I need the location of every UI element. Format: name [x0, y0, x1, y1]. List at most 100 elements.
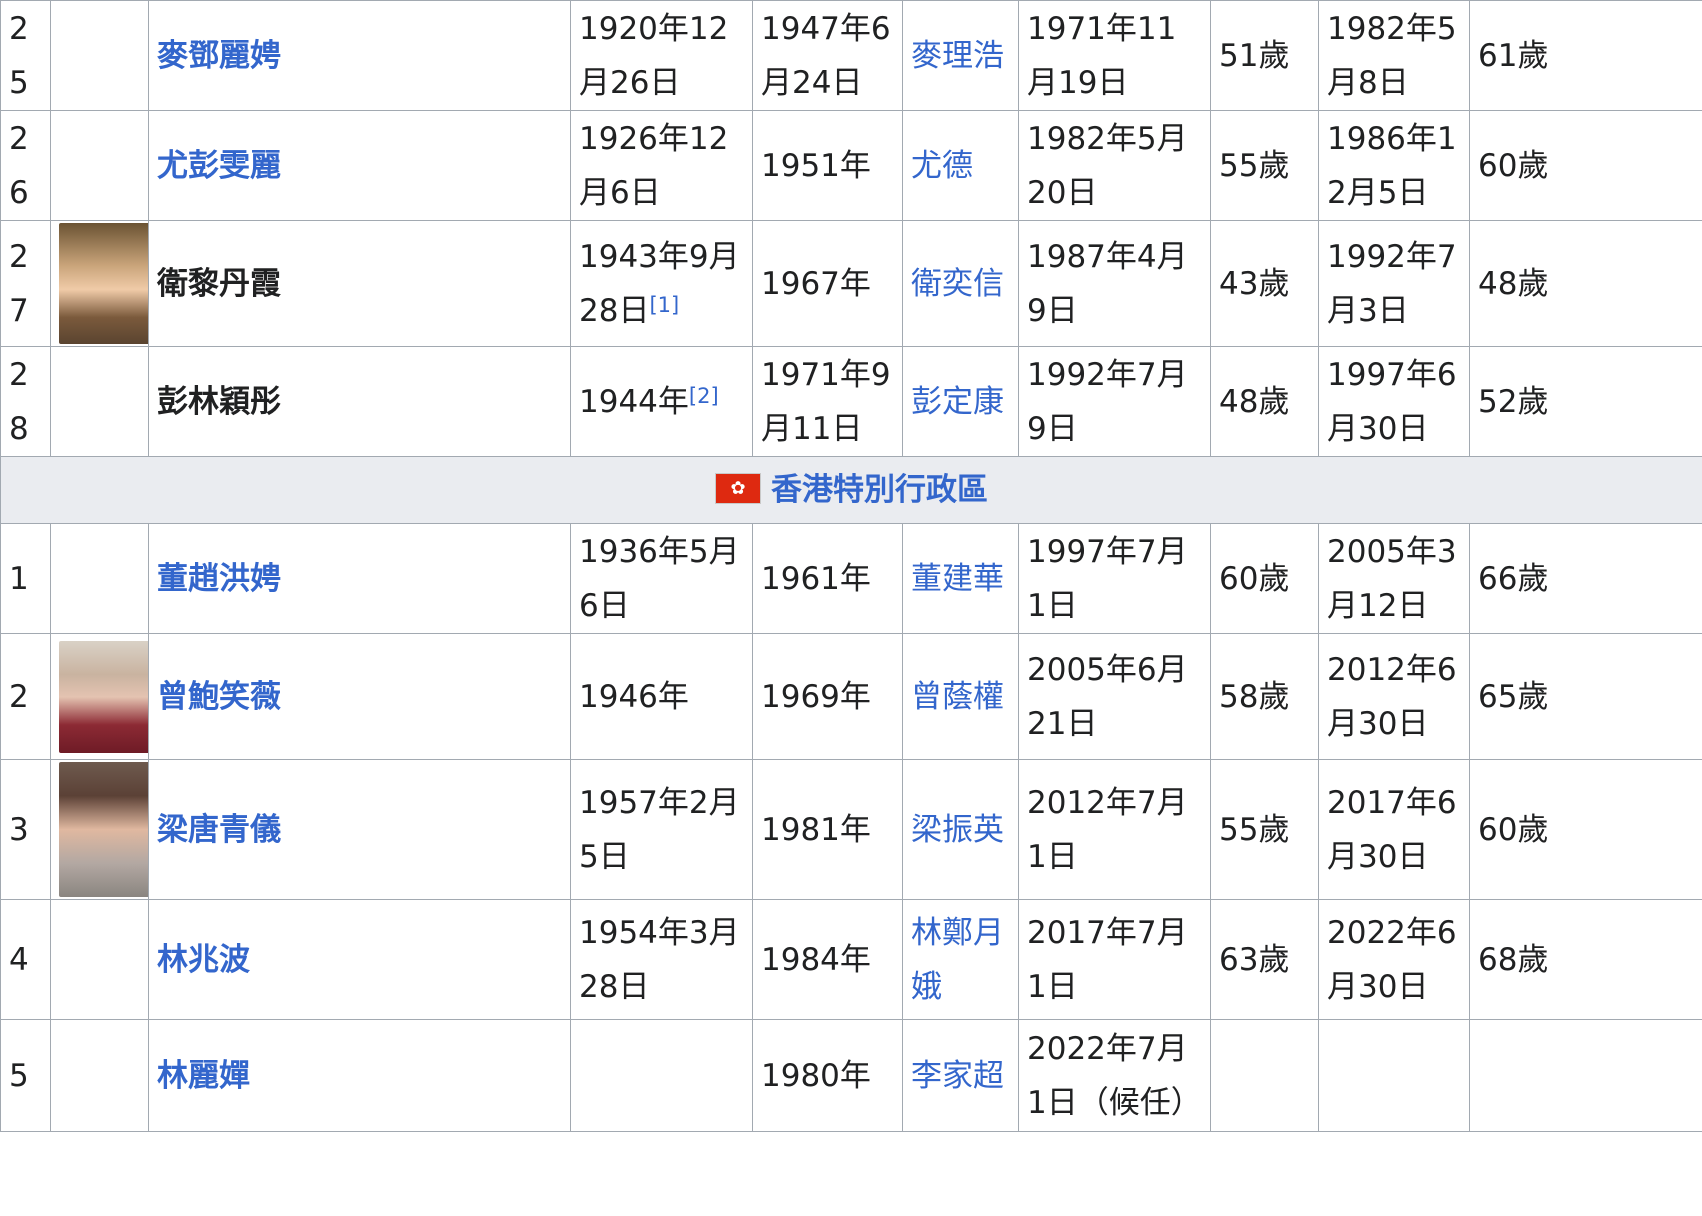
age-at-end: 68歲	[1469, 899, 1702, 1020]
age-at-start: 58歲	[1210, 633, 1319, 760]
spouse-name: 彭林穎彤	[148, 346, 571, 457]
age-at-start: 55歲	[1210, 759, 1319, 900]
photo-cell	[50, 523, 149, 634]
term-end: 1997年6月30日	[1318, 346, 1470, 457]
term-end: 2022年6月30日	[1318, 899, 1470, 1020]
portrait-photo[interactable]	[59, 762, 148, 897]
photo-cell	[50, 346, 149, 457]
photo-cell	[50, 110, 149, 221]
age-at-start: 48歲	[1210, 346, 1319, 457]
marriage-date: 1961年	[752, 523, 903, 634]
term-end: 2012年6月30日	[1318, 633, 1470, 760]
age-at-start: 60歲	[1210, 523, 1319, 634]
photo-cell	[50, 633, 149, 760]
term-end: 2005年3月12日	[1318, 523, 1470, 634]
table-row: 3 梁唐青儀 1957年2月5日 1981年 梁振英 2012年7月1日 55歲…	[0, 759, 1702, 900]
age-at-end: 60歲	[1469, 110, 1702, 221]
row-number: 5	[0, 1019, 51, 1132]
section-header: ✿ 香港特別行政區	[0, 456, 1702, 524]
birth-date: 1926年12月6日	[570, 110, 753, 221]
row-number: 28	[0, 346, 51, 457]
table-row: 2 曾鮑笑薇 1946年 1969年 曾蔭權 2005年6月21日 58歲 20…	[0, 633, 1702, 760]
term-start: 1982年5月20日	[1018, 110, 1211, 221]
birth-date: 1954年3月28日	[570, 899, 753, 1020]
spouse-name-link[interactable]: 尤彭雯麗	[148, 110, 571, 221]
hk-flag-icon[interactable]: ✿	[715, 473, 761, 504]
governor-link[interactable]: 尤德	[902, 110, 1019, 221]
age-at-end: 65歲	[1469, 633, 1702, 760]
marriage-date: 1947年6月24日	[752, 0, 903, 111]
term-end: 2017年6月30日	[1318, 759, 1470, 900]
spouse-name-link[interactable]: 曾鮑笑薇	[148, 633, 571, 760]
row-number: 25	[0, 0, 51, 111]
governor-link[interactable]: 衛奕信	[902, 220, 1019, 347]
spouse-name-link[interactable]: 梁唐青儀	[148, 759, 571, 900]
governor-link[interactable]: 林鄭月娥	[902, 899, 1019, 1020]
marriage-date: 1967年	[752, 220, 903, 347]
photo-cell	[50, 220, 149, 347]
spouse-name-link[interactable]: 麥鄧麗娉	[148, 0, 571, 111]
citation-link[interactable]: [1]	[649, 293, 679, 317]
term-start: 2012年7月1日	[1018, 759, 1211, 900]
birth-date: 1957年2月5日	[570, 759, 753, 900]
portrait-photo[interactable]	[59, 223, 148, 344]
marriage-date: 1971年9月11日	[752, 346, 903, 457]
birth-date: 1920年12月26日	[570, 0, 753, 111]
term-end: 1982年5月8日	[1318, 0, 1470, 111]
photo-cell	[50, 1019, 149, 1132]
age-at-start	[1210, 1019, 1319, 1132]
term-start: 2022年7月1日（候任）	[1018, 1019, 1211, 1132]
row-number: 4	[0, 899, 51, 1020]
marriage-date: 1951年	[752, 110, 903, 221]
row-number: 2	[0, 633, 51, 760]
citation-link[interactable]: [2]	[689, 384, 719, 408]
age-at-start: 43歲	[1210, 220, 1319, 347]
term-start: 2005年6月21日	[1018, 633, 1211, 760]
row-number: 26	[0, 110, 51, 221]
age-at-end: 60歲	[1469, 759, 1702, 900]
age-at-end: 66歲	[1469, 523, 1702, 634]
row-number: 1	[0, 523, 51, 634]
marriage-date: 1984年	[752, 899, 903, 1020]
spouses-table: 25 麥鄧麗娉 1920年12月26日 1947年6月24日 麥理浩 1971年…	[0, 0, 1702, 1132]
row-number: 27	[0, 220, 51, 347]
birth-date: 1944年[2]	[570, 346, 753, 457]
governor-link[interactable]: 梁振英	[902, 759, 1019, 900]
birth-date-text: 1944年	[579, 383, 689, 420]
governor-link[interactable]: 董建華	[902, 523, 1019, 634]
age-at-end: 61歲	[1469, 0, 1702, 111]
age-at-end	[1469, 1019, 1702, 1132]
spouse-name: 衛黎丹霞	[148, 220, 571, 347]
photo-cell	[50, 899, 149, 1020]
term-start: 2017年7月1日	[1018, 899, 1211, 1020]
term-end	[1318, 1019, 1470, 1132]
governor-link[interactable]: 麥理浩	[902, 0, 1019, 111]
term-end: 1986年12月5日	[1318, 110, 1470, 221]
spouse-name-link[interactable]: 林麗嬋	[148, 1019, 571, 1132]
photo-cell	[50, 0, 149, 111]
table-row: 5 林麗嬋 1980年 李家超 2022年7月1日（候任）	[0, 1019, 1702, 1132]
birth-date: 1943年9月28日[1]	[570, 220, 753, 347]
governor-link[interactable]: 曾蔭權	[902, 633, 1019, 760]
age-at-start: 63歲	[1210, 899, 1319, 1020]
birth-date: 1936年5月6日	[570, 523, 753, 634]
row-number: 3	[0, 759, 51, 900]
table-row: 4 林兆波 1954年3月28日 1984年 林鄭月娥 2017年7月1日 63…	[0, 899, 1702, 1020]
section-header-row: ✿ 香港特別行政區	[0, 456, 1702, 524]
birth-date	[570, 1019, 753, 1132]
photo-cell	[50, 759, 149, 900]
term-start: 1997年7月1日	[1018, 523, 1211, 634]
term-start: 1971年11月19日	[1018, 0, 1211, 111]
section-title-link[interactable]: 香港特別行政區	[771, 472, 988, 508]
marriage-date: 1981年	[752, 759, 903, 900]
spouse-name-link[interactable]: 林兆波	[148, 899, 571, 1020]
age-at-start: 55歲	[1210, 110, 1319, 221]
term-start: 1992年7月9日	[1018, 346, 1211, 457]
portrait-photo[interactable]	[59, 640, 148, 753]
spouse-name-link[interactable]: 董趙洪娉	[148, 523, 571, 634]
age-at-end: 52歲	[1469, 346, 1702, 457]
governor-link[interactable]: 李家超	[902, 1019, 1019, 1132]
age-at-end: 48歲	[1469, 220, 1702, 347]
term-end: 1992年7月3日	[1318, 220, 1470, 347]
governor-link[interactable]: 彭定康	[902, 346, 1019, 457]
